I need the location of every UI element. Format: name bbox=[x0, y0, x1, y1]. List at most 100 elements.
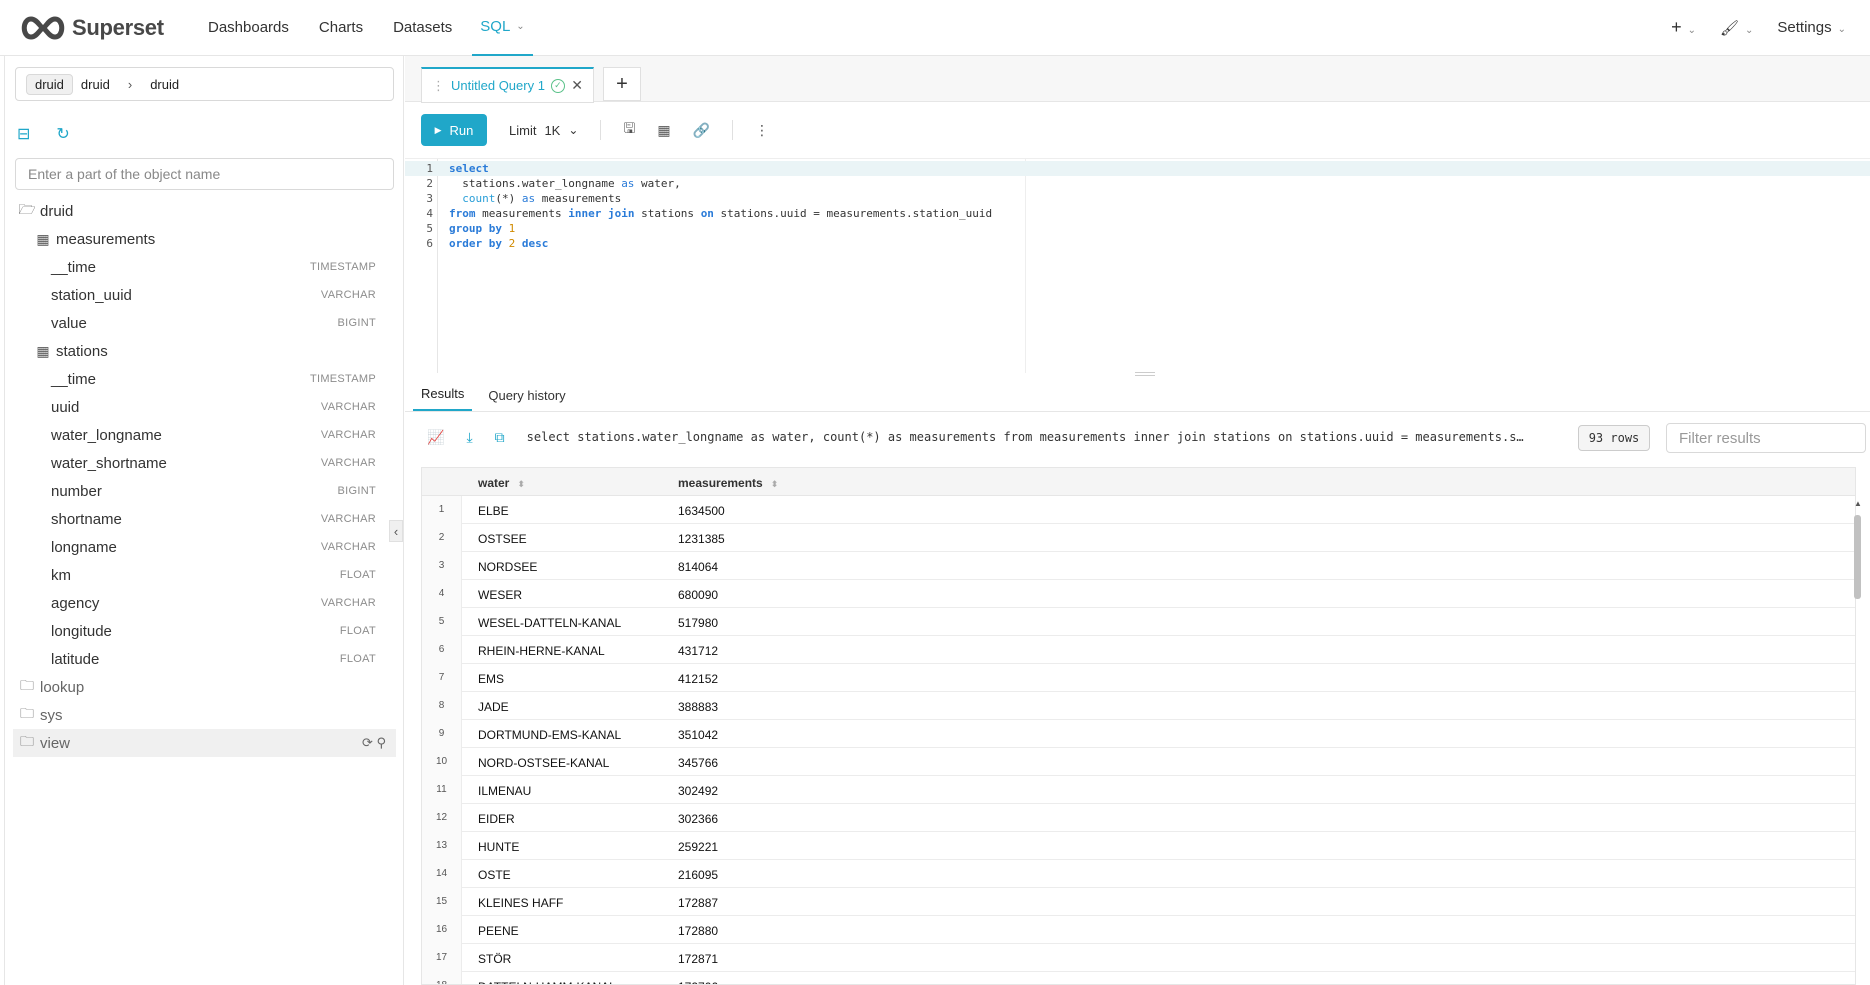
tab-results[interactable]: Results bbox=[413, 386, 473, 411]
drag-handle-icon[interactable]: ⋮ bbox=[432, 78, 445, 94]
download-icon[interactable]: ⤓ bbox=[466, 429, 472, 446]
resize-handle[interactable] bbox=[1135, 372, 1155, 376]
tree-column[interactable]: km FLOAT bbox=[13, 561, 396, 589]
cell-water[interactable]: JADE bbox=[478, 700, 509, 714]
table-row[interactable]: 2 OSTSEE 1231385 bbox=[422, 524, 1855, 552]
cell-water[interactable]: STÖR bbox=[478, 952, 511, 966]
table-row[interactable]: 9 DORTMUND-EMS-KANAL 351042 bbox=[422, 720, 1855, 748]
table-row[interactable]: 16 PEENE 172880 bbox=[422, 916, 1855, 944]
table-row[interactable]: 17 STÖR 172871 bbox=[422, 944, 1855, 972]
superset-logo[interactable]: Superset bbox=[18, 15, 178, 41]
cell-water[interactable]: NORD-OSTSEE-KANAL bbox=[478, 756, 609, 770]
cell-water[interactable]: WESEL-DATTELN-KANAL bbox=[478, 616, 621, 630]
grid-scrollbar[interactable]: ▲ bbox=[1854, 497, 1862, 985]
cell-water[interactable]: ILMENAU bbox=[478, 784, 531, 798]
close-icon[interactable]: ✕ bbox=[571, 77, 583, 94]
tree-column[interactable]: number BIGINT bbox=[13, 477, 396, 505]
scrollbar-thumb[interactable] bbox=[1854, 515, 1861, 599]
sync-icon[interactable]: ⟳ bbox=[362, 735, 373, 750]
table-row[interactable]: 10 NORD-OSTSEE-KANAL 345766 bbox=[422, 748, 1855, 776]
cell-water[interactable]: RHEIN-HERNE-KANAL bbox=[478, 644, 605, 658]
cell-measurements[interactable]: 517980 bbox=[678, 616, 718, 630]
nav-charts[interactable]: Charts bbox=[319, 0, 363, 56]
run-button[interactable]: ▶ Run bbox=[421, 114, 487, 146]
nav-dashboards[interactable]: Dashboards bbox=[208, 0, 289, 56]
collapse-all-icon[interactable]: ⊟ bbox=[17, 124, 30, 144]
cell-water[interactable]: HUNTE bbox=[478, 840, 519, 854]
table-row[interactable]: 3 NORDSEE 814064 bbox=[422, 552, 1855, 580]
collapse-panel-button[interactable]: ‹ bbox=[389, 520, 403, 542]
settings-menu[interactable]: Settings ⌄ bbox=[1777, 19, 1846, 36]
tree-column[interactable]: longname VARCHAR bbox=[13, 533, 396, 561]
tree-column[interactable]: value BIGINT bbox=[13, 309, 396, 337]
database-schema-selector[interactable]: druid druid › druid bbox=[15, 67, 394, 101]
table-row[interactable]: 4 WESER 680090 bbox=[422, 580, 1855, 608]
table-row[interactable]: 7 EMS 412152 bbox=[422, 664, 1855, 692]
cell-measurements[interactable]: 1231385 bbox=[678, 532, 725, 546]
object-search-input[interactable]: Enter a part of the object name bbox=[15, 158, 394, 190]
table-row[interactable]: 11 ILMENAU 302492 bbox=[422, 776, 1855, 804]
scroll-up-icon[interactable]: ▲ bbox=[1854, 499, 1862, 508]
limit-dropdown[interactable]: Limit 1K ⌄ bbox=[509, 123, 578, 138]
table-row[interactable]: 18 DATTELN-HAMM-KANAL 172706 bbox=[422, 972, 1855, 984]
cell-water[interactable]: EMS bbox=[478, 672, 504, 686]
cell-water[interactable]: PEENE bbox=[478, 924, 519, 938]
cell-water[interactable]: NORDSEE bbox=[478, 560, 537, 574]
tab-query-history[interactable]: Query history bbox=[480, 388, 573, 411]
cell-water[interactable]: OSTE bbox=[478, 868, 511, 882]
tree-column[interactable]: longitude FLOAT bbox=[13, 617, 396, 645]
tree-column[interactable]: water_longname VARCHAR bbox=[13, 421, 396, 449]
table-row[interactable]: 12 EIDER 302366 bbox=[422, 804, 1855, 832]
sort-icon[interactable]: ⬍ bbox=[517, 479, 525, 489]
cell-measurements[interactable]: 216095 bbox=[678, 868, 718, 882]
cell-measurements[interactable]: 388883 bbox=[678, 700, 718, 714]
cell-measurements[interactable]: 345766 bbox=[678, 756, 718, 770]
cell-water[interactable]: WESER bbox=[478, 588, 522, 602]
cell-water[interactable]: ELBE bbox=[478, 504, 509, 518]
tree-schema-view[interactable]: 🗀 view ⟳ ⚲ bbox=[13, 729, 396, 757]
tree-column[interactable]: __time TIMESTAMP bbox=[13, 365, 396, 393]
cell-measurements[interactable]: 412152 bbox=[678, 672, 718, 686]
cell-measurements[interactable]: 351042 bbox=[678, 728, 718, 742]
sql-editor[interactable]: 1 select 2 stations.water_longname as wat… bbox=[405, 158, 1870, 373]
cell-measurements[interactable]: 172706 bbox=[678, 980, 718, 984]
cell-measurements[interactable]: 814064 bbox=[678, 560, 718, 574]
cell-measurements[interactable]: 172871 bbox=[678, 952, 718, 966]
more-options-icon[interactable]: ⋮ bbox=[755, 122, 769, 139]
cell-measurements[interactable]: 1634500 bbox=[678, 504, 725, 518]
cell-measurements[interactable]: 302366 bbox=[678, 812, 718, 826]
cell-water[interactable]: DATTELN-HAMM-KANAL bbox=[478, 980, 616, 984]
column-header-measurements[interactable]: measurements ⬍ bbox=[678, 476, 778, 490]
table-row[interactable]: 13 HUNTE 259221 bbox=[422, 832, 1855, 860]
tree-schema-sys[interactable]: 🗀 sys bbox=[13, 701, 396, 729]
table-row[interactable]: 14 OSTE 216095 bbox=[422, 860, 1855, 888]
chart-icon[interactable]: 📈 bbox=[427, 429, 444, 446]
tree-table-measurements[interactable]: ▦ measurements bbox=[13, 225, 396, 253]
tree-column[interactable]: __time TIMESTAMP bbox=[13, 253, 396, 281]
refresh-icon[interactable]: ↻ bbox=[56, 124, 69, 144]
pin-icon[interactable]: ⚲ bbox=[376, 735, 386, 750]
cell-water[interactable]: KLEINES HAFF bbox=[478, 896, 563, 910]
tree-column[interactable]: shortname VARCHAR bbox=[13, 505, 396, 533]
table-row[interactable]: 8 JADE 388883 bbox=[422, 692, 1855, 720]
query-tab[interactable]: ⋮ Untitled Query 1 ✓ ✕ bbox=[421, 67, 594, 103]
cell-measurements[interactable]: 302492 bbox=[678, 784, 718, 798]
tree-table-stations[interactable]: ▦ stations bbox=[13, 337, 396, 365]
theme-menu-button[interactable]: 🖌 ⌄ bbox=[1720, 19, 1753, 37]
nav-sql[interactable]: SQL ⌄ bbox=[472, 0, 533, 56]
link-icon[interactable]: 🔗 bbox=[693, 122, 710, 139]
cell-water[interactable]: DORTMUND-EMS-KANAL bbox=[478, 728, 621, 742]
tree-column[interactable]: latitude FLOAT bbox=[13, 645, 396, 673]
cell-measurements[interactable]: 172880 bbox=[678, 924, 718, 938]
tree-column[interactable]: uuid VARCHAR bbox=[13, 393, 396, 421]
tree-database[interactable]: 🗁 druid bbox=[13, 197, 396, 225]
tree-column[interactable]: water_shortname VARCHAR bbox=[13, 449, 396, 477]
new-menu-button[interactable]: + ⌄ bbox=[1671, 17, 1696, 38]
save-icon[interactable]: 🖫 bbox=[623, 118, 635, 142]
tree-column[interactable]: agency VARCHAR bbox=[13, 589, 396, 617]
cell-water[interactable]: OSTSEE bbox=[478, 532, 527, 546]
column-header-water[interactable]: water ⬍ bbox=[478, 476, 525, 490]
filter-results-input[interactable]: Filter results bbox=[1666, 423, 1866, 453]
table-icon[interactable]: ▦ bbox=[657, 122, 670, 139]
tree-column[interactable]: station_uuid VARCHAR bbox=[13, 281, 396, 309]
